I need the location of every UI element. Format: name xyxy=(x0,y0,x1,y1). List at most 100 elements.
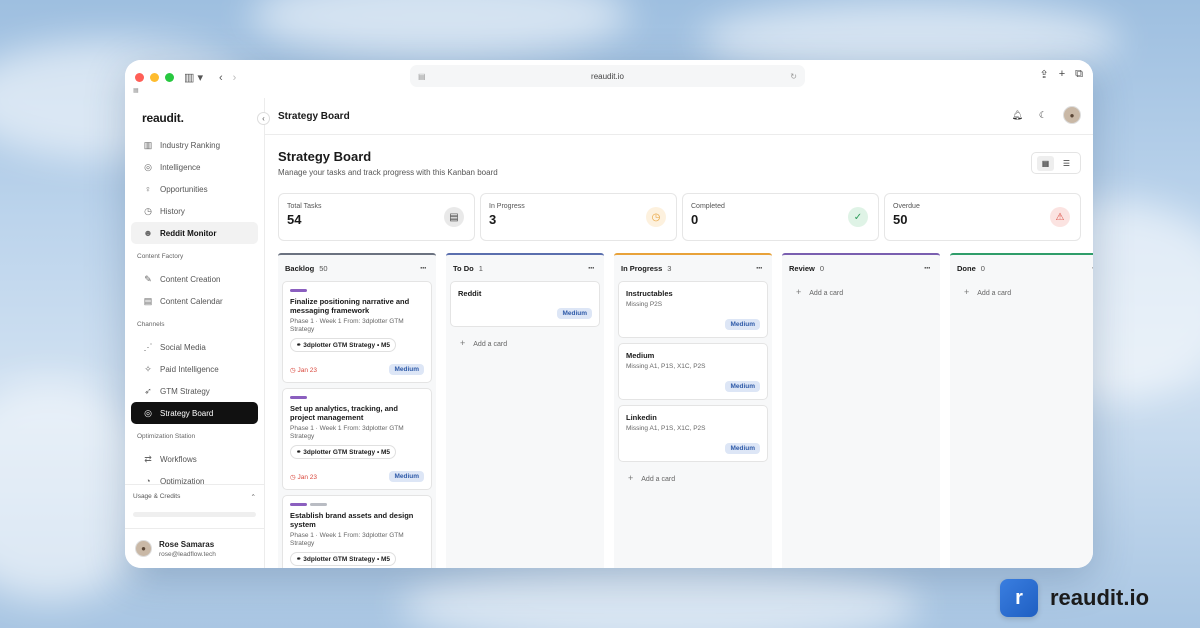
card-title: Establish brand assets and design system xyxy=(290,511,414,529)
card-meta: Phase 1 · Week 1 From: 3dplotter GTM Str… xyxy=(290,532,404,547)
strategy-tag[interactable]: ⚭ 3dplotter GTM Strategy • M5 xyxy=(290,445,397,459)
tabs-overview-icon[interactable]: ⧉ xyxy=(1075,68,1083,81)
add-card-button[interactable]: + Add a card xyxy=(786,281,936,303)
card-title: Reddit xyxy=(458,289,482,298)
usage-credits-panel[interactable]: Usage & Credits ⌃ xyxy=(125,484,264,525)
tag-label: 3dplotter GTM Strategy • M5 xyxy=(303,449,391,456)
due-date: ◷ Jan 23 xyxy=(290,366,317,374)
task-card[interactable]: Finalize positioning narrative and messa… xyxy=(282,281,432,383)
task-card[interactable]: Medium Missing A1, P1S, X1C, P2S Medium xyxy=(618,343,768,400)
add-card-label: Add a card xyxy=(809,290,844,297)
sidebar-item-label: Workflows xyxy=(160,454,197,464)
more-options-icon[interactable]: ··· xyxy=(588,263,595,273)
back-icon[interactable]: ‹ xyxy=(219,72,223,84)
sidebar-item-optimization[interactable]: ◔ Optimization xyxy=(131,470,258,485)
task-card[interactable]: Reddit Medium xyxy=(450,281,600,327)
add-card-label: Add a card xyxy=(641,476,676,483)
strategy-tag[interactable]: ⚭ 3dplotter GTM Strategy • M5 xyxy=(290,552,397,566)
list-view-icon[interactable]: ☰ xyxy=(1058,156,1075,171)
user-profile[interactable]: ● Rose Samaras rose@leadflow.tech xyxy=(125,528,264,568)
more-options-icon[interactable]: ··· xyxy=(756,263,763,273)
sidebar-item-label: History xyxy=(160,206,185,216)
sidebar-item-workflows[interactable]: ⇄ Workflows xyxy=(131,448,258,470)
sidebar-item-label: Content Calendar xyxy=(160,296,223,306)
sidebar-toggle-icon[interactable]: ▥ ▾ xyxy=(184,71,203,84)
sidebar-item-label: Industry Ranking xyxy=(160,140,221,150)
dark-mode-moon-icon[interactable]: ☾ xyxy=(1039,110,1047,121)
task-card[interactable]: Set up analytics, tracking, and project … xyxy=(282,388,432,490)
usage-credits-label: Usage & Credits xyxy=(133,493,181,500)
card-meta: Missing A1, P1S, X1C, P2S xyxy=(626,363,706,370)
sidebar-item-gtm-strategy[interactable]: ➶ GTM Strategy xyxy=(131,380,258,402)
sidebar-item-social-media[interactable]: ⋰ Social Media xyxy=(131,336,258,358)
task-card[interactable]: Establish brand assets and design system… xyxy=(282,495,432,568)
card-title: Set up analytics, tracking, and project … xyxy=(290,404,398,422)
browser-chrome: ▥ ▾ ‹ › ▤ reaudit.io ↻ ⇪ + ⧉ xyxy=(125,60,1093,95)
card-title: Finalize positioning narrative and messa… xyxy=(290,297,410,315)
priority-badge: Medium xyxy=(725,443,760,454)
minimize-window-button[interactable] xyxy=(150,73,159,82)
stat-value: 3 xyxy=(489,212,497,227)
sidebar-item-industry-ranking[interactable]: ▥ Industry Ranking xyxy=(131,134,258,156)
brand-name: reaudit.io xyxy=(1050,585,1150,610)
forward-icon[interactable]: › xyxy=(233,72,237,84)
sidebar-item-label: Paid Intelligence xyxy=(160,364,219,374)
warning-icon: ⚠ xyxy=(1050,207,1070,227)
sidebar-item-strategy-board[interactable]: ◎ Strategy Board xyxy=(131,402,258,424)
sidebar-item-paid-intelligence[interactable]: ✧ Paid Intelligence xyxy=(131,358,258,380)
bar-chart-icon: ▥ xyxy=(143,139,153,150)
address-bar[interactable]: ▤ reaudit.io ↻ xyxy=(410,65,805,87)
column-title: In Progress xyxy=(621,263,663,273)
collapse-sidebar-icon[interactable]: ‹ xyxy=(257,112,270,125)
chevron-up-icon[interactable]: ⌃ xyxy=(251,493,256,501)
share-icon: ⋰ xyxy=(143,341,153,352)
tag-label: 3dplotter GTM Strategy • M5 xyxy=(303,342,391,349)
calendar-icon: ▤ xyxy=(143,295,153,306)
page-settings-icon[interactable]: ▤ xyxy=(418,72,426,81)
more-options-icon[interactable]: ··· xyxy=(420,263,427,273)
add-card-button[interactable]: + Add a card xyxy=(450,332,600,354)
more-options-icon[interactable]: ··· xyxy=(924,263,931,273)
section-content-factory: Content Factory xyxy=(137,253,184,260)
column-title: To Do xyxy=(453,263,474,273)
sidebar-item-content-calendar[interactable]: ▤ Content Calendar xyxy=(131,290,258,312)
notification-bell-icon[interactable]: 🔔︎ xyxy=(1011,110,1022,121)
page-subtitle: Manage your tasks and track progress wit… xyxy=(278,168,498,177)
app-logo[interactable]: reaudit. xyxy=(125,98,264,132)
view-toggle[interactable]: ▦ ☰ xyxy=(1031,152,1081,174)
sidebar-nav[interactable]: ▥ Industry Ranking ◎ Intelligence ♀ Opportuni… xyxy=(125,132,264,485)
sidebar-item-history[interactable]: ◷ History xyxy=(131,200,258,222)
new-tab-icon[interactable]: + xyxy=(1059,68,1065,81)
target-icon: ◎ xyxy=(144,161,152,172)
add-card-button[interactable]: + Add a card xyxy=(618,467,768,489)
page-title: Strategy Board xyxy=(278,149,372,164)
close-window-button[interactable] xyxy=(135,73,144,82)
zoom-window-button[interactable] xyxy=(165,73,174,82)
due-date-text: Jan 23 xyxy=(297,366,318,374)
card-title: Medium xyxy=(626,351,655,360)
more-options-icon[interactable]: ··· xyxy=(1092,263,1093,273)
sidebar-item-intelligence[interactable]: ◎ Intelligence xyxy=(131,156,258,178)
card-meta: Missing A1, P1S, X1C, P2S xyxy=(626,425,706,432)
sidebar-item-reddit-monitor[interactable]: ☻ Reddit Monitor xyxy=(131,222,258,244)
column-to-do: To Do 1 ··· Reddit Medium + Add a card xyxy=(446,253,604,568)
grid-view-icon[interactable]: ▦ xyxy=(1037,155,1054,171)
task-card[interactable]: Linkedin Missing A1, P1S, X1C, P2S Medium xyxy=(618,405,768,462)
share-icon[interactable]: ⇪ xyxy=(1039,68,1048,81)
sidebar-item-label: Social Media xyxy=(160,342,206,352)
sidebar-item-content-creation[interactable]: ✎ Content Creation xyxy=(131,268,258,290)
section-channels: Channels xyxy=(137,321,165,328)
reload-icon[interactable]: ↻ xyxy=(790,72,797,81)
column-title: Backlog xyxy=(285,263,315,273)
stat-label: In Progress xyxy=(489,203,525,210)
sidebar-item-label: GTM Strategy xyxy=(160,386,210,396)
column-count: 50 xyxy=(319,263,328,273)
header-avatar[interactable]: ● xyxy=(1063,106,1081,124)
strategy-tag[interactable]: ⚭ 3dplotter GTM Strategy • M5 xyxy=(290,338,397,352)
priority-badge: Medium xyxy=(557,308,592,319)
add-card-button[interactable]: + Add a card xyxy=(954,281,1093,303)
sidebar-item-opportunities[interactable]: ♀ Opportunities xyxy=(131,178,258,200)
document-icon: ▤ xyxy=(444,207,464,227)
label-bar xyxy=(290,396,307,399)
task-card[interactable]: Instructables Missing P2S Medium xyxy=(618,281,768,338)
